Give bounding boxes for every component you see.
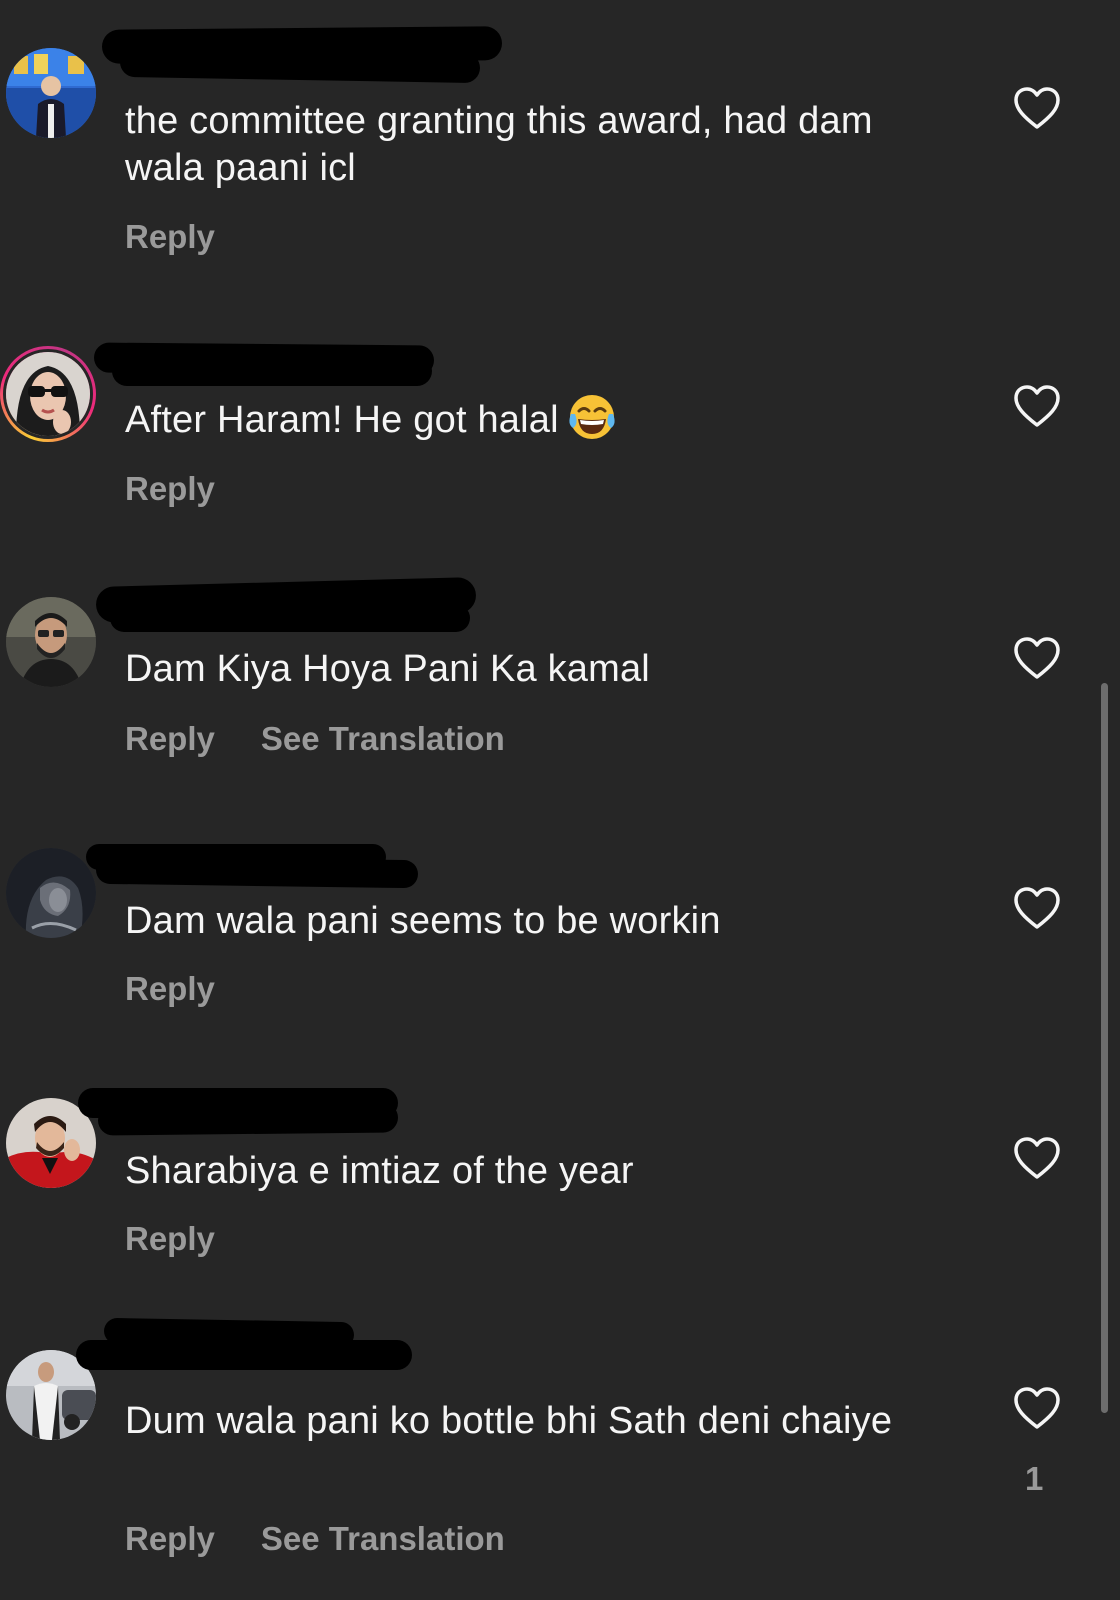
avatar (3, 349, 93, 439)
avatar[interactable] (6, 597, 96, 687)
comment-text: After Haram! He got halal (125, 392, 925, 444)
tears-of-joy-emoji-icon (569, 395, 615, 439)
comment-actions: Reply See Translation (125, 720, 505, 758)
comment-item: Dum wala pani ko bottle bhi Sath deni ch… (0, 0, 1120, 1557)
comment-text: Dum wala pani ko bottle bhi Sath deni ch… (125, 1400, 893, 1442)
comment-text-body: After Haram! He got halal (125, 399, 559, 441)
comment-actions: Reply (125, 1220, 215, 1258)
like-count: 1 (1025, 1460, 1044, 1497)
heart-icon[interactable] (1012, 384, 1062, 428)
redacted-username (110, 604, 470, 632)
comment-text: Dam wala pani seems to be workin (125, 900, 721, 942)
heart-icon[interactable] (1012, 636, 1062, 680)
redacted-username (76, 1340, 412, 1370)
reply-button[interactable]: Reply (125, 470, 215, 507)
redacted-username (97, 1102, 399, 1136)
redacted-username (112, 356, 432, 386)
comment-actions: Reply (125, 970, 215, 1008)
comment-actions: Reply (125, 470, 215, 508)
reply-button[interactable]: Reply (125, 1220, 215, 1257)
redacted-username (95, 855, 419, 889)
comment-text: Dam Kiya Hoya Pani Ka kamal (125, 648, 650, 690)
scrollbar[interactable] (1101, 683, 1108, 1413)
comment-actions: Reply See Translation (125, 1520, 505, 1558)
reply-button[interactable]: Reply (125, 1520, 215, 1557)
heart-icon[interactable] (1012, 1386, 1062, 1430)
see-translation-button[interactable]: See Translation (261, 720, 505, 757)
avatar[interactable] (6, 848, 96, 938)
comment-text: Sharabiya e imtiaz of the year (125, 1150, 634, 1192)
heart-icon[interactable] (1012, 1136, 1062, 1180)
reply-button[interactable]: Reply (125, 720, 215, 757)
reply-button[interactable]: Reply (125, 970, 215, 1007)
see-translation-button[interactable]: See Translation (261, 1520, 505, 1557)
heart-icon[interactable] (1012, 886, 1062, 930)
avatar-with-story-ring[interactable] (0, 346, 96, 442)
